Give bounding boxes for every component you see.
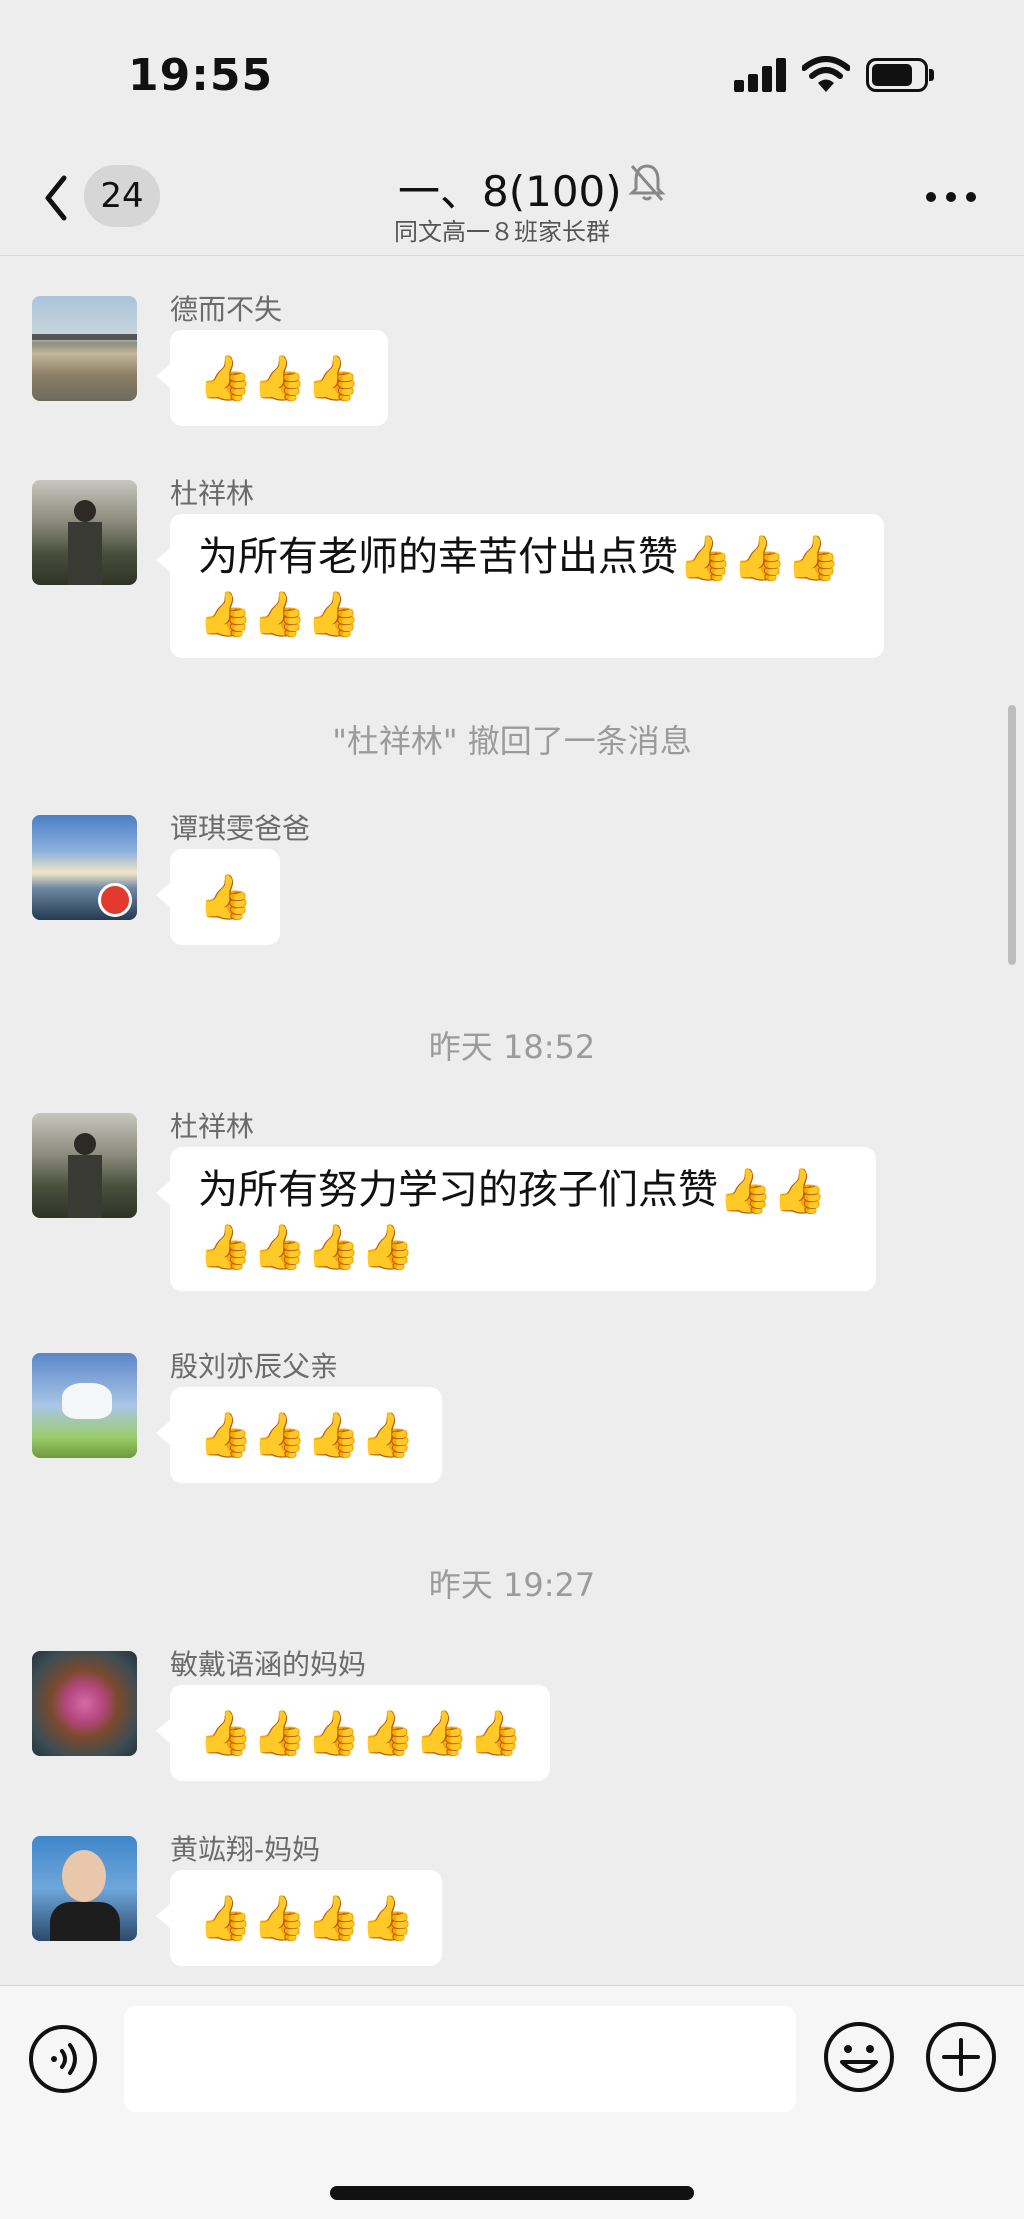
thumbs-up-icon: 👍 xyxy=(252,1893,307,1944)
thumbs-up-icon: 👍 xyxy=(786,533,841,584)
thumbs-up-icon: 👍 xyxy=(678,533,733,584)
scrollbar[interactable] xyxy=(1008,705,1016,965)
thumbs-up-icon: 👍 xyxy=(360,1222,415,1273)
chat-subtitle: 同文高一８班家长群 xyxy=(394,218,610,246)
more-options-icon[interactable] xyxy=(926,180,976,210)
avatar[interactable] xyxy=(32,1353,137,1458)
thumbs-up-icon: 👍👍👍 xyxy=(198,353,361,404)
thumbs-up-icon: 👍 xyxy=(306,1708,361,1759)
thumbs-up-icon: 👍 xyxy=(198,872,253,923)
sender-name: 敏戴语涵的妈妈 xyxy=(170,1648,367,1681)
thumbs-up-icon: 👍 xyxy=(772,1166,827,1217)
message-bubble[interactable]: 为所有老师的幸苦付出点赞👍👍👍👍👍👍 xyxy=(156,514,884,658)
input-bar xyxy=(0,1985,1024,2219)
message-text: 为所有老师的幸苦付出点赞 xyxy=(198,534,678,580)
cellular-signal-icon xyxy=(734,58,790,92)
sender-name: 德而不失 xyxy=(170,293,283,326)
message-bubble[interactable]: 👍👍👍👍 xyxy=(156,1870,442,1966)
thumbs-up-icon: 👍 xyxy=(198,1708,253,1759)
sender-name: 谭琪雯爸爸 xyxy=(170,812,311,845)
message-bubble[interactable]: 👍👍👍👍👍👍 xyxy=(156,1685,550,1781)
thumbs-up-icon: 👍 xyxy=(306,1222,361,1273)
battery-icon xyxy=(866,58,934,92)
avatar[interactable] xyxy=(32,1113,137,1218)
thumbs-up-icon: 👍 xyxy=(198,589,253,640)
thumbs-up-icon: 👍 xyxy=(252,353,307,404)
thumbs-up-icon: 👍👍👍👍 xyxy=(198,1893,415,1944)
thumbs-up-icon: 👍 xyxy=(306,589,361,640)
message-bubble[interactable]: 👍👍👍 xyxy=(156,330,388,426)
thumbs-up-icon: 👍 xyxy=(732,533,787,584)
status-time: 19:55 xyxy=(128,50,274,101)
thumbs-up-icon: 👍 xyxy=(468,1708,523,1759)
thumbs-up-icon: 👍 xyxy=(306,1893,361,1944)
sender-name: 殷刘亦辰父亲 xyxy=(170,1350,339,1383)
thumbs-up-icon: 👍 xyxy=(306,1410,361,1461)
thumbs-up-icon: 👍 xyxy=(414,1708,469,1759)
avatar[interactable] xyxy=(32,815,137,920)
wifi-icon xyxy=(802,56,850,92)
sender-name: 黄竑翔-妈妈 xyxy=(170,1833,321,1866)
chat-header: 24 一、8(100) 同文高一８班家长群 xyxy=(0,150,1024,256)
thumbs-up-icon: 👍 xyxy=(252,1222,307,1273)
thumbs-up-icon: 👍👍👍👍👍👍 xyxy=(198,1708,523,1759)
thumbs-up-icon: 👍 xyxy=(198,1410,253,1461)
thumbs-up-icon: 👍 xyxy=(306,353,361,404)
avatar[interactable] xyxy=(32,296,137,401)
thumbs-up-icon: 👍 xyxy=(252,1410,307,1461)
message-bubble[interactable]: 👍 xyxy=(156,849,280,945)
thumbs-up-icon: 👍 xyxy=(198,872,253,923)
avatar[interactable] xyxy=(32,480,137,585)
emoji-icon[interactable] xyxy=(822,2020,896,2094)
sender-name: 杜祥林 xyxy=(170,477,255,510)
time-separator: 昨天 19:27 xyxy=(428,1566,596,1604)
chat-title: 一、8(100) xyxy=(398,167,622,216)
home-indicator xyxy=(330,2186,694,2200)
status-bar: 19:55 xyxy=(0,0,1024,150)
message-input[interactable] xyxy=(124,2006,796,2112)
unread-count-badge[interactable]: 24 xyxy=(84,165,160,227)
thumbs-up-icon: 👍 xyxy=(198,1222,253,1273)
sender-name: 杜祥林 xyxy=(170,1110,255,1143)
thumbs-up-icon: 👍 xyxy=(252,589,307,640)
avatar[interactable] xyxy=(32,1651,137,1756)
recall-notice: "杜祥林" 撤回了一条消息 xyxy=(332,722,692,760)
thumbs-up-icon: 👍 xyxy=(252,1708,307,1759)
time-separator: 昨天 18:52 xyxy=(428,1028,596,1066)
message-text: 为所有努力学习的孩子们点赞 xyxy=(198,1167,718,1213)
thumbs-up-icon: 👍 xyxy=(198,1893,253,1944)
plus-icon[interactable] xyxy=(924,2020,998,2094)
thumbs-up-icon: 👍 xyxy=(360,1708,415,1759)
thumbs-up-icon: 👍 xyxy=(718,1166,773,1217)
message-bubble[interactable]: 👍👍👍👍 xyxy=(156,1387,442,1483)
thumbs-up-icon: 👍 xyxy=(360,1410,415,1461)
message-bubble[interactable]: 为所有努力学习的孩子们点赞👍👍👍👍👍👍 xyxy=(156,1147,876,1291)
thumbs-up-icon: 👍 xyxy=(360,1893,415,1944)
thumbs-up-icon: 👍👍👍👍 xyxy=(198,1410,415,1461)
thumbs-up-icon: 👍 xyxy=(198,353,253,404)
back-chevron-icon[interactable] xyxy=(36,168,76,228)
mute-bell-icon xyxy=(628,164,666,201)
avatar[interactable] xyxy=(32,1836,137,1941)
voice-input-icon[interactable] xyxy=(28,2024,98,2094)
